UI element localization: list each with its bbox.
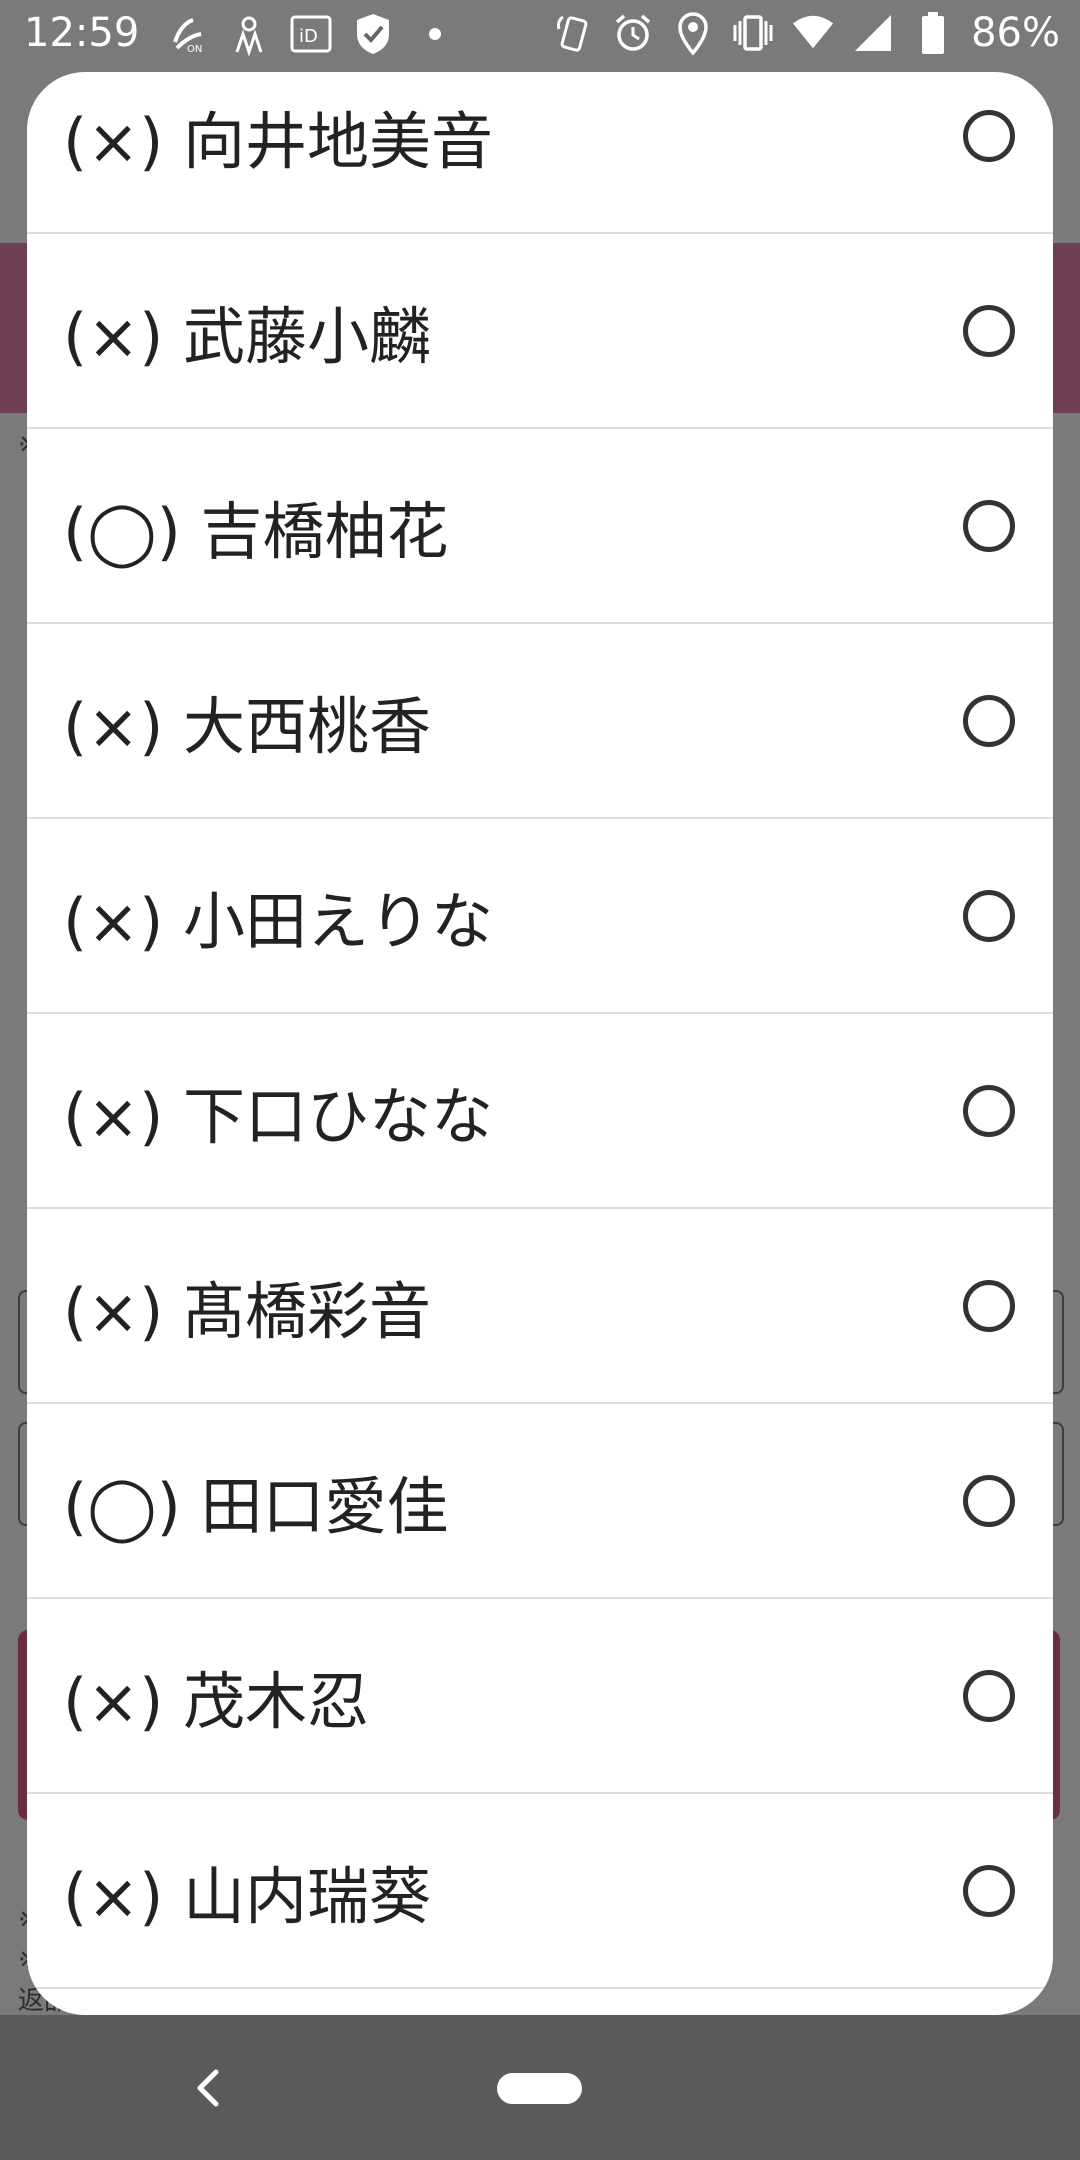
option-label: (×) 小田えりな bbox=[63, 871, 493, 961]
battery-icon bbox=[911, 11, 955, 55]
radio-button[interactable] bbox=[963, 1669, 1015, 1722]
availability-mark: (×) bbox=[63, 1079, 164, 1153]
member-name: 髙橋彩音 bbox=[183, 1274, 432, 1348]
radio-button[interactable] bbox=[963, 1279, 1015, 1332]
option-label: (×) 髙橋彩音 bbox=[63, 1261, 431, 1351]
shield-icon bbox=[351, 12, 395, 56]
svg-text:ON: ON bbox=[187, 44, 202, 54]
member-name: 田口愛佳 bbox=[200, 1469, 449, 1543]
member-name: 武藤小麟 bbox=[183, 299, 432, 373]
tap-icon bbox=[551, 11, 595, 55]
option-row[interactable]: (×) 大西桃香 bbox=[27, 624, 1053, 819]
dot-icon bbox=[413, 12, 457, 56]
option-row[interactable]: (×) 小田えりな bbox=[27, 819, 1053, 1014]
member-name: 向井地美音 bbox=[183, 104, 494, 178]
option-row[interactable]: (×) 武藤小麟 bbox=[27, 234, 1053, 429]
availability-mark: (◯) bbox=[63, 494, 181, 568]
option-label: (◯) 田口愛佳 bbox=[63, 1456, 449, 1546]
status-time: 12:59 bbox=[24, 10, 140, 56]
option-row[interactable]: (◯) 吉橋柚花 bbox=[27, 429, 1053, 624]
option-row[interactable]: (×) 向井地美音 bbox=[27, 72, 1053, 234]
battery-percent: 86% bbox=[971, 10, 1060, 56]
radio-button[interactable] bbox=[963, 499, 1015, 552]
chevron-left-icon[interactable] bbox=[190, 2068, 226, 2108]
radio-button[interactable] bbox=[963, 1084, 1015, 1137]
availability-mark: (×) bbox=[63, 884, 164, 958]
member-name: 下口ひなな bbox=[183, 1079, 494, 1153]
member-name: 茂木忍 bbox=[183, 1664, 370, 1738]
option-label: (×) 大西桃香 bbox=[63, 676, 431, 766]
option-row[interactable]: (×) 山内瑞葵 bbox=[27, 1794, 1053, 1989]
option-label: (×) 武藤小麟 bbox=[63, 286, 431, 376]
notification-icons: ON iD bbox=[165, 12, 457, 56]
availability-mark: (×) bbox=[63, 104, 164, 178]
home-pill-icon[interactable] bbox=[497, 2073, 582, 2104]
option-row[interactable]: (×) 茂木忍 bbox=[27, 1599, 1053, 1794]
member-selection-dialog: (×) 向井地美音 (×) 武藤小麟 (◯) 吉橋柚花 (×) 大西桃香 (×)… bbox=[27, 72, 1053, 2015]
location-icon bbox=[671, 11, 715, 55]
option-row[interactable]: (×) 髙橋彩音 bbox=[27, 1209, 1053, 1404]
option-label: (◯) 吉橋柚花 bbox=[63, 481, 449, 571]
wifi-icon bbox=[791, 11, 835, 55]
availability-mark: (×) bbox=[63, 299, 164, 373]
availability-mark: (×) bbox=[63, 689, 164, 763]
option-label: (×) 山内瑞葵 bbox=[63, 1846, 431, 1936]
id-icon: iD bbox=[289, 12, 333, 56]
option-label: (×) 下口ひなな bbox=[63, 1066, 493, 1156]
member-name: 小田えりな bbox=[183, 884, 494, 958]
system-icons: 86% bbox=[551, 10, 1060, 56]
availability-mark: (×) bbox=[63, 1664, 164, 1738]
member-name: 山内瑞葵 bbox=[183, 1859, 432, 1933]
docomo-icon bbox=[227, 12, 271, 56]
option-label: (×) 向井地美音 bbox=[63, 91, 493, 181]
vibrate-icon bbox=[731, 11, 775, 55]
member-name: 大西桃香 bbox=[183, 689, 432, 763]
radio-button[interactable] bbox=[963, 1864, 1015, 1917]
option-label: (×) 茂木忍 bbox=[63, 1651, 369, 1741]
svg-text:iD: iD bbox=[299, 26, 318, 47]
alarm-icon bbox=[611, 11, 655, 55]
radio-button[interactable] bbox=[963, 109, 1015, 162]
nfc-icon: ON bbox=[165, 12, 209, 56]
availability-mark: (◯) bbox=[63, 1469, 181, 1543]
availability-mark: (×) bbox=[63, 1859, 164, 1933]
option-row[interactable]: (◯) 田口愛佳 bbox=[27, 1404, 1053, 1599]
radio-button[interactable] bbox=[963, 304, 1015, 357]
member-name: 吉橋柚花 bbox=[200, 494, 449, 568]
availability-mark: (×) bbox=[63, 1274, 164, 1348]
radio-button[interactable] bbox=[963, 1474, 1015, 1527]
signal-icon bbox=[851, 11, 895, 55]
radio-button[interactable] bbox=[963, 889, 1015, 942]
status-bar: 12:59 ON iD 86% bbox=[0, 0, 1080, 72]
option-row[interactable]: (×) 下口ひなな bbox=[27, 1014, 1053, 1209]
radio-button[interactable] bbox=[963, 694, 1015, 747]
